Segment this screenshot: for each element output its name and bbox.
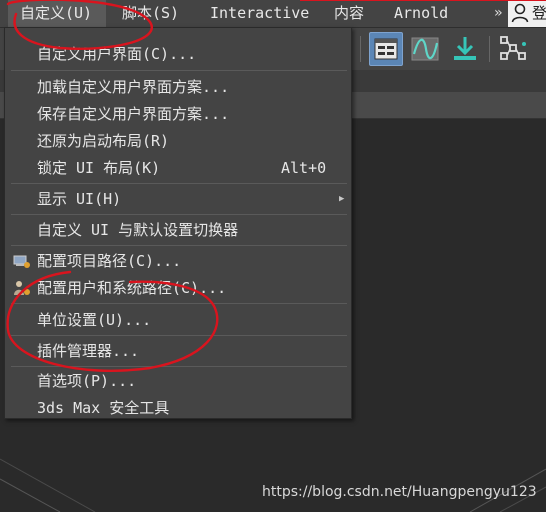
user-icon bbox=[511, 3, 529, 23]
menu-item-load-ui-scheme[interactable]: 加载自定义用户界面方案... bbox=[5, 74, 351, 100]
menu-item-label: 3ds Max 安全工具 bbox=[37, 399, 170, 417]
menu-item-configure-project-paths[interactable]: 配置项目路径(C)... bbox=[5, 248, 351, 274]
menu-customize[interactable]: 自定义(U) bbox=[8, 0, 106, 27]
menu-item-label: 单位设置(U)... bbox=[37, 311, 152, 329]
menu-item-configure-user-system-paths[interactable]: 配置用户和系统路径(C)... bbox=[5, 275, 351, 301]
menu-item-plugin-manager[interactable]: 插件管理器... bbox=[5, 338, 351, 364]
render-setup-icon bbox=[454, 37, 476, 60]
menu-item-lock-ui-layout[interactable]: 锁定 UI 布局(K) Alt+0 bbox=[5, 155, 351, 181]
curve-editor-button[interactable] bbox=[408, 32, 442, 66]
menu-separator bbox=[11, 303, 347, 304]
menu-item-label: 配置用户和系统路径(C)... bbox=[37, 279, 227, 297]
menu-separator bbox=[11, 335, 347, 336]
menu-item-ui-defaults-switcher[interactable]: 自定义 UI 与默认设置切换器 bbox=[5, 217, 351, 243]
menu-item-label: 自定义 UI 与默认设置切换器 bbox=[37, 221, 239, 239]
watermark-text: https://blog.csdn.net/Huangpengyu123 bbox=[262, 484, 537, 500]
menu-item-security-tools[interactable]: 3ds Max 安全工具 bbox=[5, 395, 351, 421]
menu-item-label: 插件管理器... bbox=[37, 342, 140, 360]
menu-item-customize-ui[interactable]: 自定义用户界面(C)... bbox=[5, 41, 351, 67]
menu-item-save-ui-scheme[interactable]: 保存自定义用户界面方案... bbox=[5, 101, 351, 127]
menu-script[interactable]: 脚本(S) bbox=[122, 0, 179, 27]
menu-item-label: 配置项目路径(C)... bbox=[37, 252, 182, 270]
schematic-view-icon bbox=[500, 36, 526, 60]
login-label: 登 bbox=[532, 4, 546, 22]
menu-separator bbox=[11, 183, 347, 184]
menu-item-shortcut: Alt+0 bbox=[281, 159, 327, 177]
menu-item-label: 还原为启动布局(R) bbox=[37, 132, 170, 150]
menu-interactive[interactable]: Interactive bbox=[210, 0, 309, 27]
menu-separator bbox=[11, 245, 347, 246]
render-setup-button[interactable] bbox=[448, 32, 482, 66]
toolbar-separator bbox=[360, 36, 361, 62]
schematic-view-button[interactable] bbox=[496, 32, 530, 66]
scene-explorer-icon bbox=[374, 38, 398, 60]
menu-item-label: 锁定 UI 布局(K) bbox=[37, 159, 161, 177]
menu-item-revert-startup-layout[interactable]: 还原为启动布局(R) bbox=[5, 128, 351, 154]
toolbar-separator bbox=[489, 36, 490, 62]
menu-separator bbox=[11, 214, 347, 215]
menu-item-show-ui[interactable]: 显示 UI(H) ▶ bbox=[5, 186, 351, 212]
submenu-arrow-icon: ▶ bbox=[339, 194, 345, 204]
customize-dropdown-menu: 自定义用户界面(C)... 加载自定义用户界面方案... 保存自定义用户界面方案… bbox=[4, 27, 352, 419]
menu-separator bbox=[11, 366, 347, 367]
menu-item-label: 显示 UI(H) bbox=[37, 190, 122, 208]
user-path-icon bbox=[14, 281, 30, 295]
login-button[interactable]: 登 bbox=[508, 0, 546, 27]
scene-explorer-button[interactable] bbox=[369, 32, 403, 66]
menu-bar: 自定义(U) 脚本(S) Interactive 内容 Arnold » 登 bbox=[0, 0, 546, 28]
menu-item-units-setup[interactable]: 单位设置(U)... bbox=[5, 307, 351, 333]
menu-arnold[interactable]: Arnold bbox=[394, 0, 448, 27]
menu-content[interactable]: 内容 bbox=[334, 0, 364, 27]
menu-item-label: 首选项(P)... bbox=[37, 372, 137, 390]
menu-overflow-chevron-icon[interactable]: » bbox=[494, 0, 502, 27]
menu-item-label: 保存自定义用户界面方案... bbox=[37, 105, 230, 123]
menu-separator bbox=[11, 70, 347, 71]
menu-item-label: 加载自定义用户界面方案... bbox=[37, 78, 230, 96]
project-path-icon bbox=[13, 255, 30, 268]
menu-item-preferences[interactable]: 首选项(P)... bbox=[5, 368, 351, 394]
curve-editor-icon bbox=[411, 37, 439, 61]
menu-item-label: 自定义用户界面(C)... bbox=[37, 45, 197, 63]
